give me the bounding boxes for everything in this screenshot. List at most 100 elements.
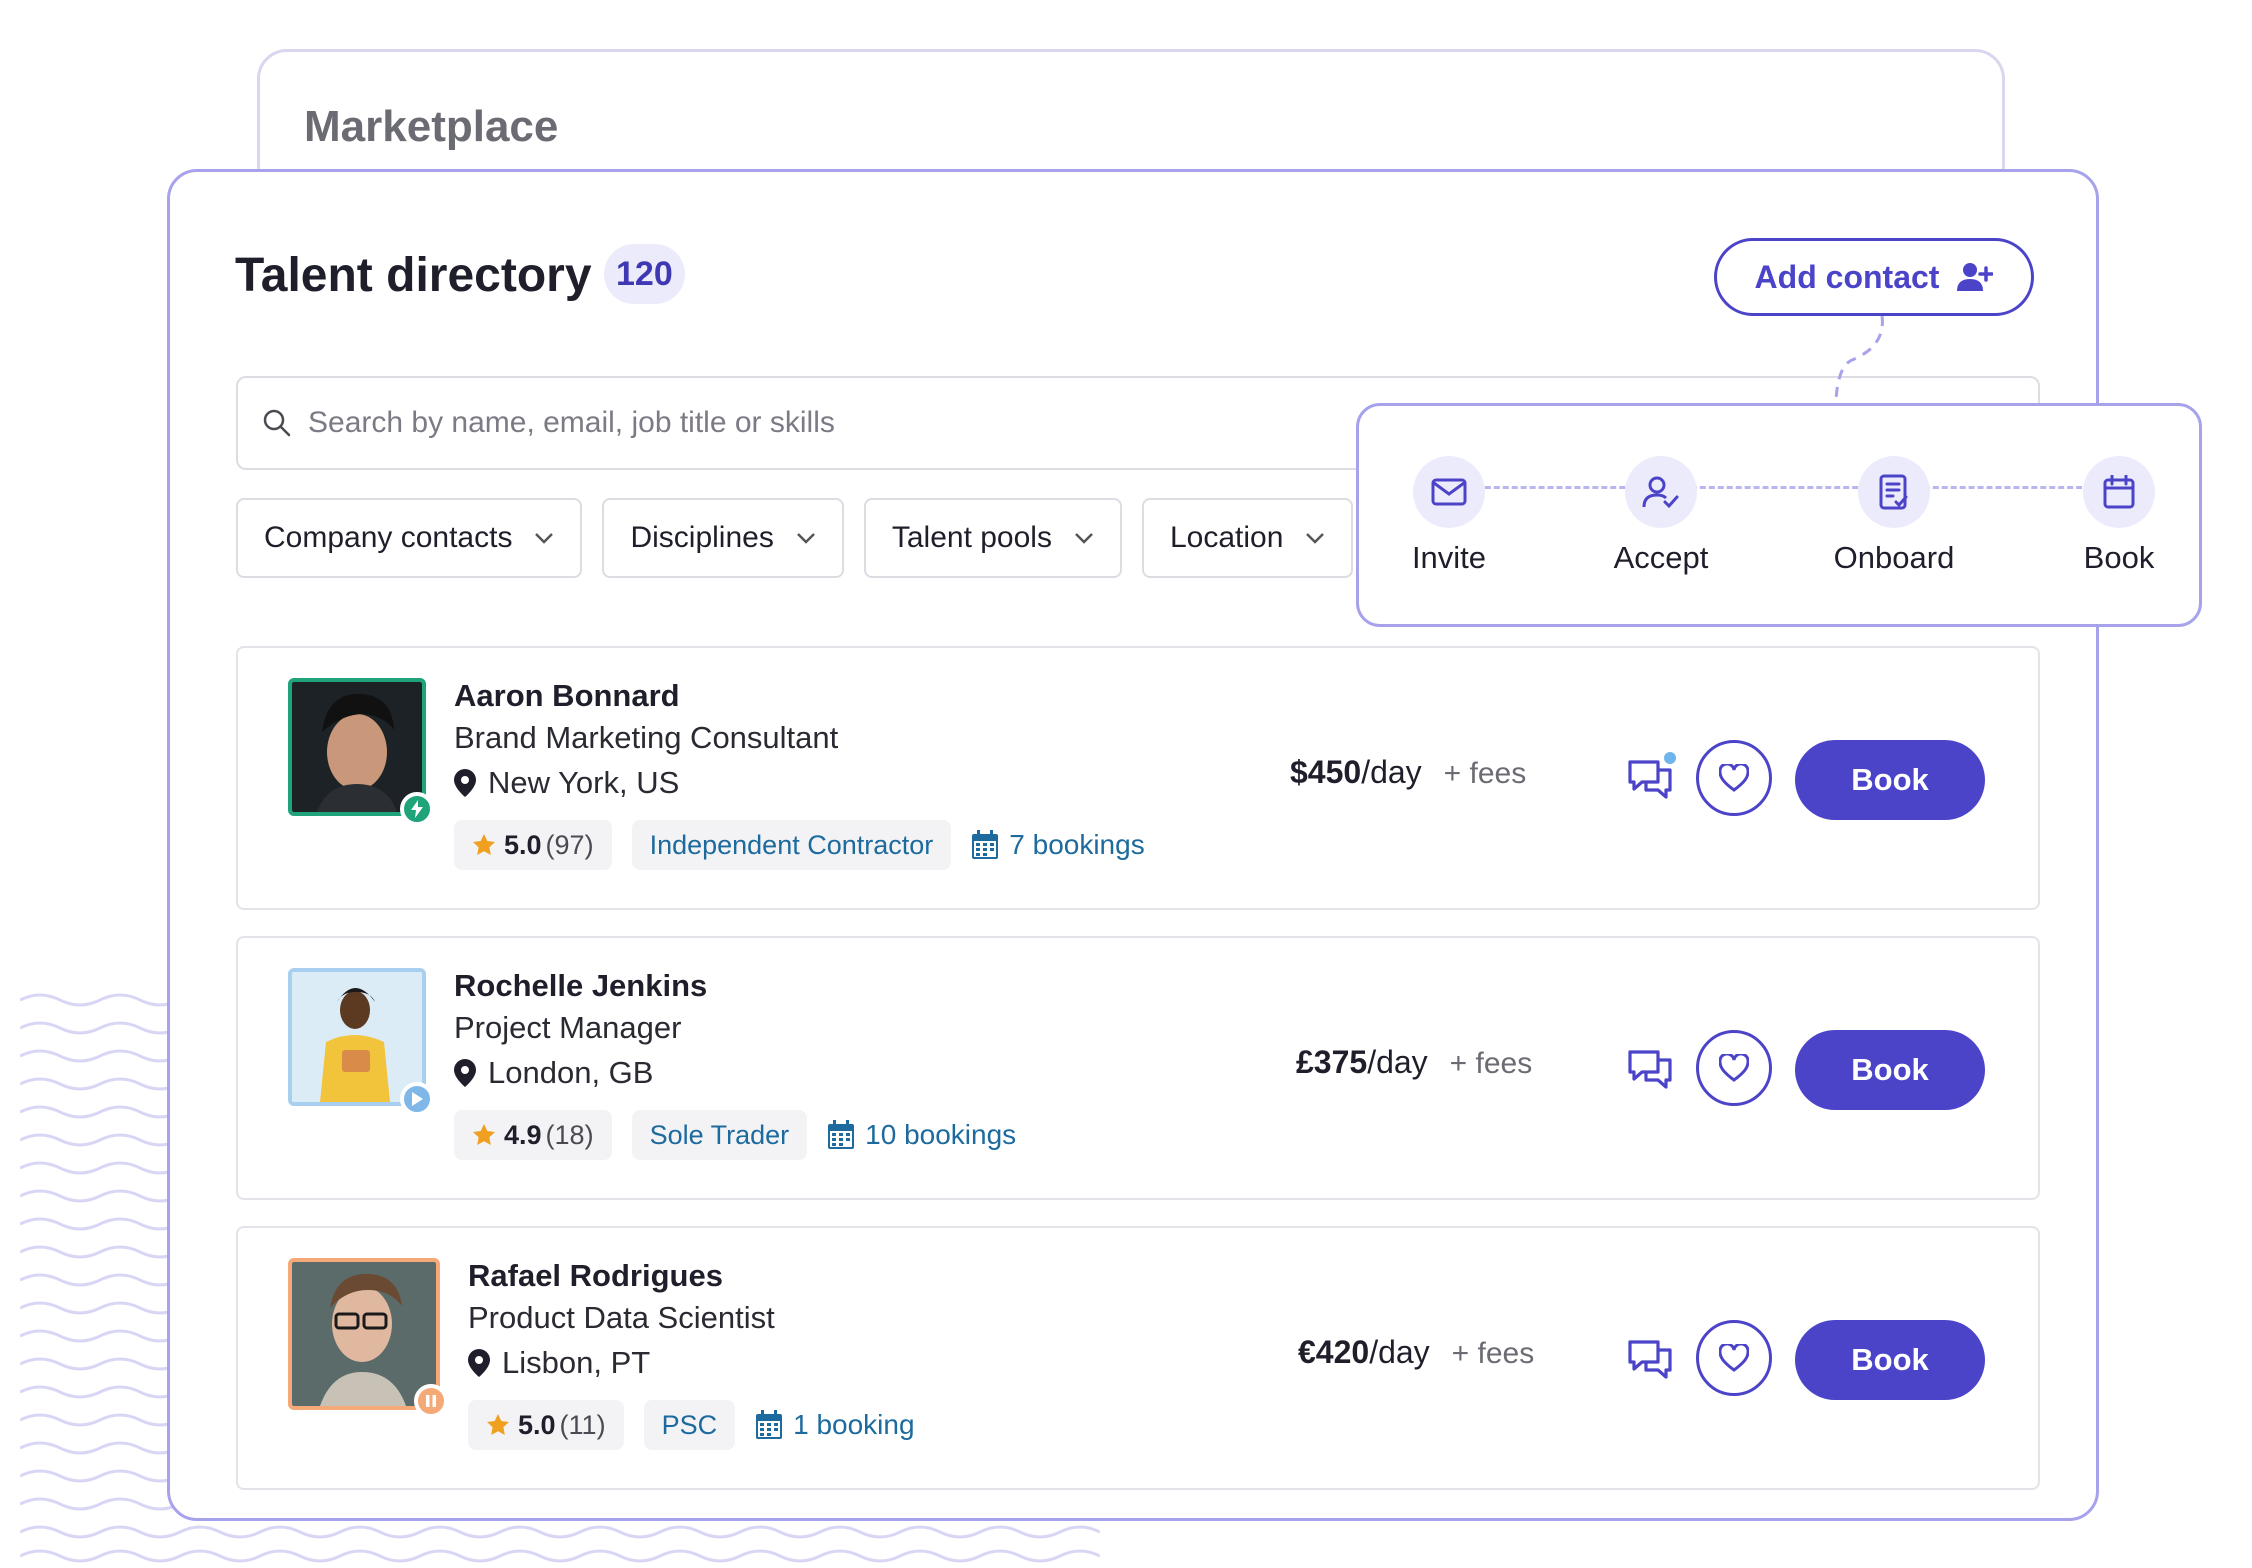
rate-period: /day	[1367, 1044, 1428, 1080]
document-check-icon	[1879, 474, 1908, 510]
bookings-link[interactable]: 1 booking	[755, 1409, 915, 1441]
calendar-icon	[828, 1120, 855, 1149]
rating-score: 4.9	[504, 1119, 542, 1150]
rate-period: /day	[1361, 754, 1422, 790]
talent-row[interactable]: Rochelle Jenkins Project Manager London,…	[236, 936, 2040, 1200]
message-button[interactable]	[1626, 1042, 1678, 1094]
step-label: Onboard	[1833, 540, 1955, 575]
workflow-step-book[interactable]: Book	[2039, 456, 2199, 576]
page-title: Talent directory	[235, 249, 592, 302]
book-button[interactable]: Book	[1795, 740, 1985, 820]
marketplace-title: Marketplace	[304, 102, 559, 151]
status-badge	[400, 1082, 434, 1116]
review-count: (18)	[545, 1119, 594, 1150]
rate-fees: + fees	[1449, 1047, 1533, 1080]
talent-job-title: Project Manager	[454, 1010, 682, 1045]
workflow-step-onboard[interactable]: Onboard	[1814, 456, 1974, 576]
chat-icon	[1628, 1340, 1672, 1379]
talent-location: Lisbon, PT	[468, 1340, 915, 1386]
heart-icon	[1719, 1344, 1749, 1372]
user-check-icon	[1642, 476, 1679, 509]
chevron-down-icon	[1075, 533, 1093, 544]
rating-chip: 4.9 (18)	[454, 1110, 612, 1160]
location-pin-icon	[454, 1059, 476, 1087]
talent-name[interactable]: Rafael Rodrigues	[468, 1256, 915, 1296]
filter-disciplines[interactable]: Disciplines	[602, 498, 844, 578]
search-input[interactable]	[308, 406, 1408, 440]
day-rate: €420/day + fees	[1298, 1334, 1534, 1371]
talent-location: London, GB	[454, 1050, 1016, 1096]
rating-chip: 5.0 (97)	[454, 820, 612, 870]
talent-job-title: Brand Marketing Consultant	[454, 720, 839, 755]
rate-amount: £375	[1296, 1044, 1368, 1080]
rate-period: /day	[1369, 1334, 1430, 1370]
talent-count-badge: 120	[604, 244, 685, 304]
step-label: Accept	[1613, 540, 1709, 575]
favorite-button[interactable]	[1696, 1030, 1772, 1106]
talent-name[interactable]: Aaron Bonnard	[454, 676, 1145, 716]
rating-chip: 5.0 (11)	[468, 1400, 624, 1450]
location-text: New York, US	[488, 765, 680, 800]
rate-amount: €420	[1298, 1334, 1370, 1370]
search-icon	[263, 409, 291, 437]
filter-talent-pools[interactable]: Talent pools	[863, 498, 1122, 578]
mail-icon	[1431, 478, 1467, 506]
chevron-down-icon	[1306, 533, 1325, 544]
contract-type-chip: Independent Contractor	[631, 820, 952, 870]
bookings-count: 1 booking	[793, 1409, 915, 1440]
review-count: (97)	[545, 829, 594, 860]
bookings-count: 10 bookings	[865, 1119, 1017, 1150]
talent-job-title: Product Data Scientist	[468, 1300, 775, 1335]
workflow-dashed-line	[1449, 486, 2109, 489]
calendar-icon	[2103, 475, 2135, 509]
play-icon	[412, 1092, 423, 1106]
star-icon	[473, 1124, 495, 1145]
booking-workflow-popup: Invite Accept Onboard Book	[1356, 403, 2202, 627]
filter-label: Company contacts	[264, 521, 513, 554]
avatar[interactable]	[288, 1258, 440, 1410]
talent-name[interactable]: Rochelle Jenkins	[454, 966, 1016, 1006]
talent-location: New York, US	[454, 760, 1145, 806]
heart-icon	[1719, 764, 1749, 792]
filter-location[interactable]: Location	[1141, 498, 1354, 578]
favorite-button[interactable]	[1696, 1320, 1772, 1396]
chat-icon	[1628, 1050, 1672, 1089]
add-user-icon	[1957, 263, 1994, 291]
chevron-down-icon	[535, 533, 554, 544]
workflow-step-invite[interactable]: Invite	[1369, 456, 1529, 576]
chat-icon	[1628, 752, 1676, 799]
chevron-down-icon	[796, 533, 815, 544]
talent-info: Aaron Bonnard Brand Marketing Consultant…	[454, 676, 1145, 870]
rating-score: 5.0	[504, 829, 542, 860]
contract-type-chip: Sole Trader	[631, 1110, 808, 1160]
add-contact-button[interactable]: Add contact	[1714, 238, 2034, 316]
rate-fees: + fees	[1443, 757, 1527, 790]
message-button[interactable]	[1626, 752, 1678, 804]
location-text: Lisbon, PT	[502, 1345, 651, 1380]
add-contact-label: Add contact	[1754, 258, 1940, 295]
talent-row[interactable]: Rafael Rodrigues Product Data Scientist …	[236, 1226, 2040, 1490]
location-pin-icon	[468, 1349, 490, 1377]
unread-dot	[1664, 752, 1676, 764]
talent-info: Rochelle Jenkins Project Manager London,…	[454, 966, 1016, 1160]
pause-icon	[426, 1395, 436, 1407]
contract-type-chip: PSC	[643, 1400, 736, 1450]
bookings-link[interactable]: 10 bookings	[827, 1119, 1016, 1151]
filter-company-contacts[interactable]: Company contacts	[236, 498, 583, 578]
day-rate: £375/day + fees	[1296, 1044, 1532, 1081]
book-button[interactable]: Book	[1795, 1030, 1985, 1110]
workflow-step-accept[interactable]: Accept	[1581, 456, 1741, 576]
favorite-button[interactable]	[1696, 740, 1772, 816]
calendar-icon	[972, 830, 999, 859]
bookings-link[interactable]: 7 bookings	[971, 829, 1145, 861]
location-text: London, GB	[488, 1055, 654, 1090]
calendar-icon	[756, 1410, 783, 1439]
lightning-icon	[411, 800, 423, 818]
heart-icon	[1719, 1054, 1749, 1082]
message-button[interactable]	[1626, 1332, 1678, 1384]
talent-row[interactable]: Aaron Bonnard Brand Marketing Consultant…	[236, 646, 2040, 910]
star-icon	[473, 834, 495, 855]
status-badge	[414, 1384, 448, 1418]
status-badge	[400, 792, 434, 826]
book-button[interactable]: Book	[1795, 1320, 1985, 1400]
